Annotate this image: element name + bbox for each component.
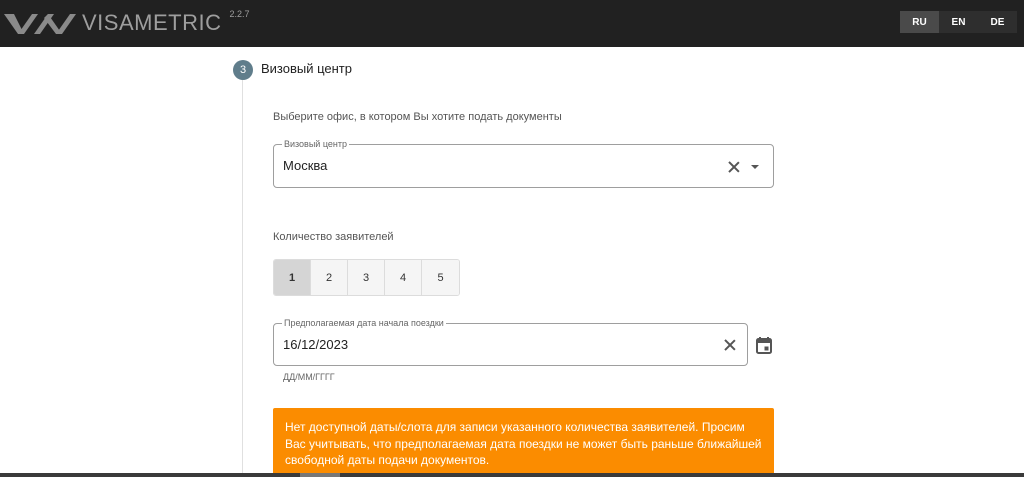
visa-center-select[interactable]: Визовый центр Москва — [273, 139, 774, 188]
language-switcher: RU EN DE — [900, 11, 1017, 33]
no-slot-warning-alert: Нет доступной даты/слота для записи указ… — [273, 408, 774, 477]
applicants-option-5[interactable]: 5 — [422, 260, 459, 295]
step-title: Визовый центр — [261, 61, 352, 76]
visametric-logo[interactable]: VISAMETRIC 2.2.7 — [4, 6, 250, 40]
trip-start-date-value: 16/12/2023 — [283, 337, 349, 352]
visa-center-select-label: Визовый центр — [282, 139, 349, 150]
visametric-logo-icon — [4, 14, 76, 34]
stepper-connector-line — [242, 80, 243, 477]
language-button-ru[interactable]: RU — [900, 11, 939, 33]
applicants-count-toggle: 1 2 3 4 5 — [273, 259, 460, 296]
applicants-option-3[interactable]: 3 — [348, 260, 385, 295]
calendar-icon[interactable] — [756, 337, 772, 354]
trip-start-date-label: Предполагаемая дата начала поездки — [282, 318, 446, 329]
language-button-en[interactable]: EN — [939, 11, 978, 33]
applicants-count-label: Количество заявителей — [273, 231, 394, 243]
applicants-option-1[interactable]: 1 — [274, 260, 311, 295]
applicants-option-4[interactable]: 4 — [385, 260, 422, 295]
brand-name: VISAMETRIC — [82, 10, 222, 35]
scroll-thumb[interactable] — [300, 473, 340, 477]
visa-center-select-value: Москва — [283, 158, 328, 173]
step-number-badge: 3 — [233, 60, 253, 80]
top-app-bar: VISAMETRIC 2.2.7 RU EN DE — [0, 0, 1024, 47]
bottom-edge-strip — [0, 473, 1024, 477]
applicants-option-2[interactable]: 2 — [311, 260, 348, 295]
date-format-hint: ДД/ММ/ГГГГ — [283, 372, 335, 382]
chevron-down-icon[interactable] — [751, 165, 759, 169]
app-version: 2.2.7 — [229, 9, 250, 19]
office-helper-text: Выберите офис, в котором Вы хотите подат… — [273, 111, 562, 123]
language-button-de[interactable]: DE — [978, 11, 1017, 33]
close-icon[interactable] — [727, 160, 741, 174]
trip-start-date-field[interactable]: Предполагаемая дата начала поездки 16/12… — [273, 318, 748, 366]
close-icon[interactable] — [723, 338, 737, 352]
